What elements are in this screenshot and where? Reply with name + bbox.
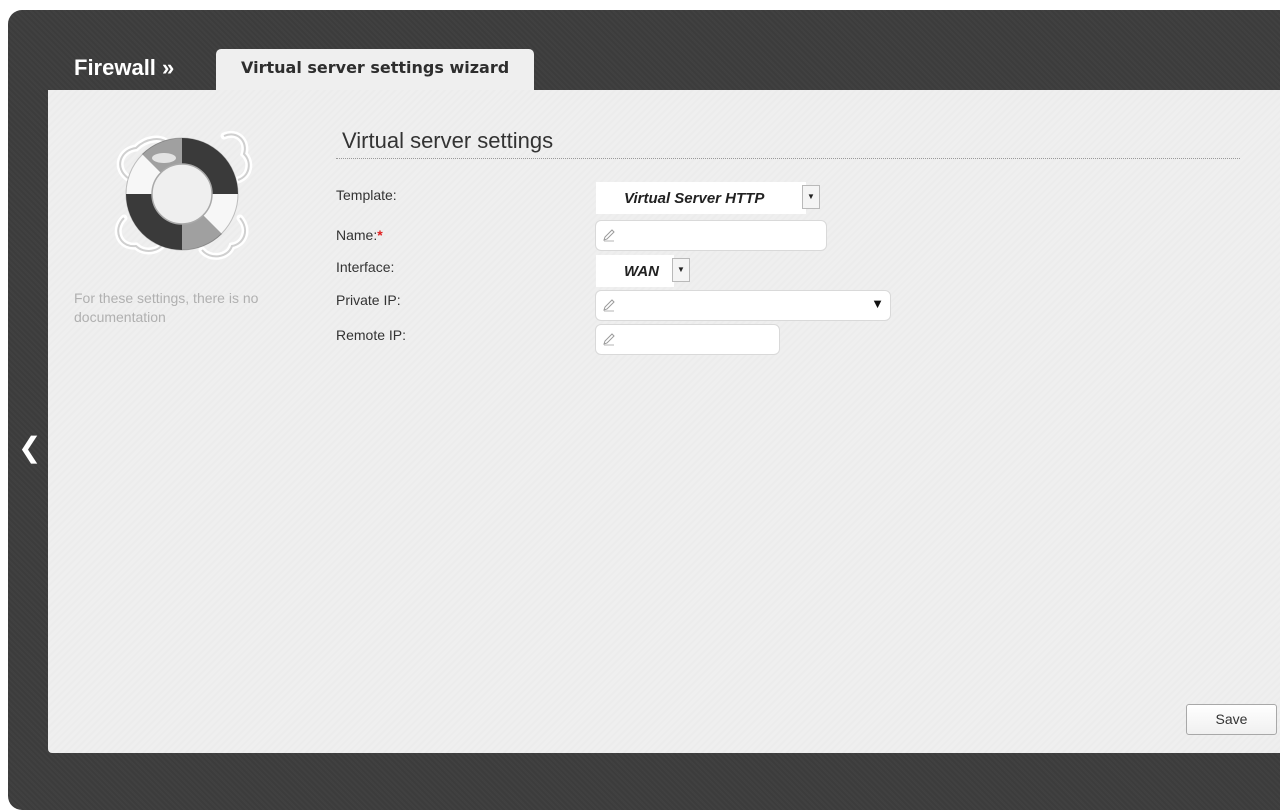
template-select-value: Virtual Server HTTP <box>624 190 765 207</box>
interface-select-value: WAN <box>624 263 659 280</box>
interface-select[interactable]: WAN ▼ <box>596 255 690 287</box>
save-button[interactable]: Save <box>1186 704 1277 735</box>
interface-label: Interface: <box>336 259 395 275</box>
remote-ip-label: Remote IP: <box>336 327 407 343</box>
template-select[interactable]: Virtual Server HTTP ▼ <box>596 182 820 214</box>
required-marker: * <box>377 227 383 243</box>
name-field[interactable] <box>595 220 827 251</box>
lifebuoy-icon <box>114 131 253 260</box>
remote-ip-field[interactable] <box>595 324 780 355</box>
private-ip-label: Private IP: <box>336 292 401 308</box>
pencil-icon <box>603 229 615 242</box>
name-label: Name:* <box>336 227 383 243</box>
chevron-down-icon[interactable]: ▼ <box>672 258 690 282</box>
tab-virtual-server-wizard[interactable]: Virtual server settings wizard <box>216 49 534 92</box>
pencil-icon <box>603 333 615 346</box>
template-label: Template: <box>336 187 397 203</box>
chevron-down-icon[interactable]: ▼ <box>802 185 820 209</box>
private-ip-combobox[interactable]: ▼ <box>595 290 891 321</box>
pencil-icon <box>603 299 615 312</box>
section-title: Virtual server settings <box>342 128 554 153</box>
section-divider <box>336 158 1240 159</box>
breadcrumb-firewall[interactable]: Firewall » <box>74 55 174 81</box>
chevron-left-icon[interactable]: ❮ <box>18 434 41 462</box>
dropdown-arrow-icon[interactable]: ▼ <box>871 296 884 311</box>
documentation-note: For these settings, there is no document… <box>74 290 259 325</box>
